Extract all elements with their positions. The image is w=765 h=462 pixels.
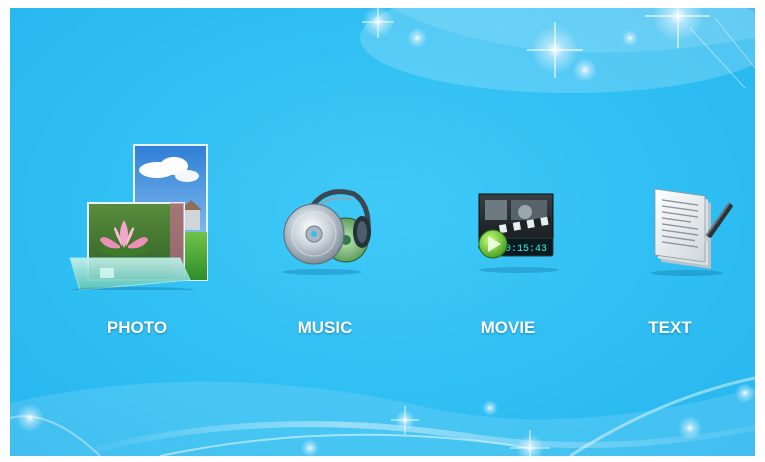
swooshes-bottom	[10, 376, 755, 456]
text-icon	[595, 185, 745, 280]
music-icon	[250, 180, 400, 280]
menu-item-label: TEXT	[648, 318, 692, 337]
sparkles-bottom	[16, 383, 755, 456]
menu-item-label: MOVIE	[480, 318, 536, 337]
sparkles-top	[362, 8, 755, 89]
menu-item-text[interactable]: TEXT	[595, 140, 745, 340]
menu-item-label: PHOTO	[106, 318, 168, 337]
photo-icon	[62, 140, 212, 293]
menu-item-photo[interactable]: PHOTO	[62, 140, 212, 340]
timecode-text: 0:15:43	[505, 244, 547, 255]
movie-icon: 0:15:43	[433, 192, 583, 277]
menu-item-movie[interactable]: 0:15:43 MOVIE	[433, 140, 583, 340]
menu-item-music[interactable]: MUSIC	[250, 140, 400, 340]
menu-item-label: MUSIC	[297, 318, 353, 337]
main-menu-screen: PHOTO MUSIC 0:15:43 MOVIE TEXT	[10, 8, 755, 456]
